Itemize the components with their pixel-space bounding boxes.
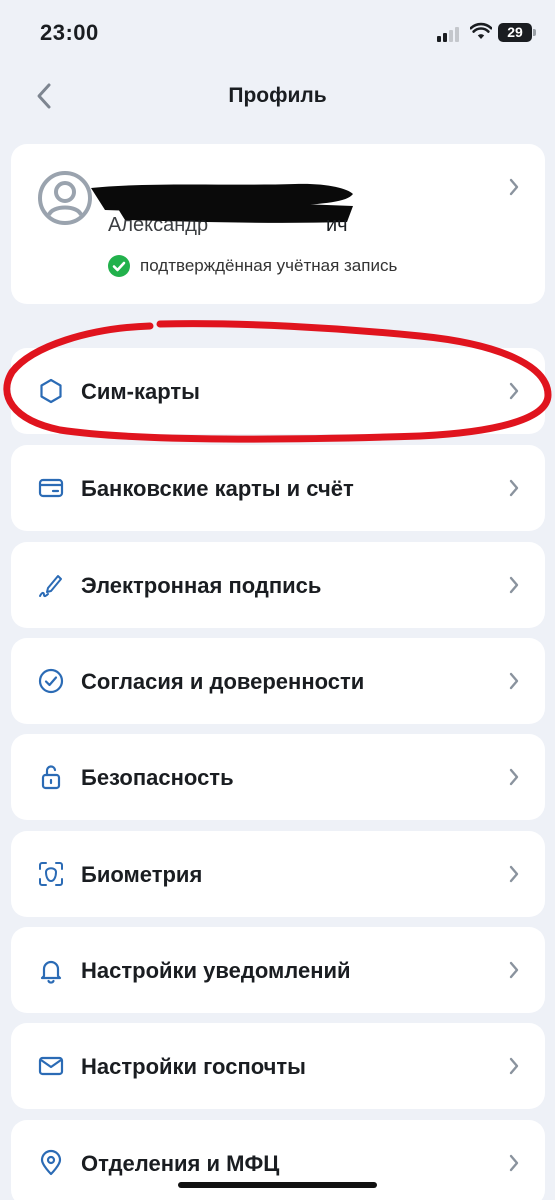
profile-name-fragment: Александр	[108, 214, 209, 236]
menu-label: Настройки госпочты	[81, 1054, 306, 1079]
bank-card-icon	[38, 478, 64, 498]
menu-item-security[interactable]: Безопасность	[11, 734, 545, 820]
chevron-right-icon	[509, 1154, 519, 1172]
verified-status: подтверждённая учётная запись	[108, 255, 397, 277]
menu-item-sim-cards[interactable]: Сим-карты	[11, 348, 545, 434]
envelope-icon	[38, 1056, 64, 1076]
menu-item-offices[interactable]: Отделения и МФЦ	[11, 1120, 545, 1200]
menu-label: Безопасность	[81, 765, 234, 790]
location-pin-icon	[40, 1149, 62, 1176]
menu-label: Биометрия	[81, 862, 203, 887]
verified-text: подтверждённая учётная запись	[140, 256, 398, 275]
profile-card[interactable]: Александр ич подтверждённая учётная запи…	[11, 144, 545, 304]
check-circle-icon	[108, 255, 130, 277]
menu-item-consents[interactable]: Согласия и доверенности	[11, 638, 545, 724]
menu-item-bank-cards[interactable]: Банковские карты и счёт	[11, 445, 545, 531]
menu-item-biometrics[interactable]: Биометрия	[11, 831, 545, 917]
chevron-right-icon	[509, 479, 519, 497]
chevron-right-icon	[509, 672, 519, 690]
status-bar: 23:00 29	[0, 0, 555, 64]
menu-label: Отделения и МФЦ	[81, 1151, 280, 1176]
page-title: Профиль	[228, 84, 327, 107]
face-scan-icon	[39, 862, 63, 886]
check-circle-icon	[38, 668, 64, 694]
menu-item-e-signature[interactable]: Электронная подпись	[11, 542, 545, 628]
chevron-right-icon	[509, 1057, 519, 1075]
chevron-right-icon	[509, 961, 519, 979]
signal-icon	[437, 26, 463, 42]
battery-cap	[533, 29, 536, 36]
chevron-right-icon	[509, 865, 519, 883]
profile-screen: 23:00 29 Профиль Александр ич подтверждё…	[0, 0, 555, 1200]
home-indicator	[178, 1182, 377, 1188]
menu-label: Настройки уведомлений	[81, 958, 351, 983]
wifi-icon	[470, 22, 492, 39]
menu-item-gosmail[interactable]: Настройки госпочты	[11, 1023, 545, 1109]
chevron-right-icon	[509, 382, 519, 400]
menu-label: Согласия и доверенности	[81, 669, 365, 694]
menu-label: Электронная подпись	[81, 573, 322, 598]
chevron-right-icon	[509, 178, 519, 196]
hexagon-icon	[40, 378, 62, 404]
menu-item-notifications[interactable]: Настройки уведомлений	[11, 927, 545, 1013]
lock-icon	[41, 765, 61, 790]
profile-patronymic-fragment: ич	[326, 214, 348, 236]
menu-label: Банковские карты и счёт	[81, 476, 354, 501]
battery-icon: 29	[498, 23, 532, 42]
chevron-right-icon	[509, 576, 519, 594]
menu-label: Сим-карты	[81, 379, 200, 404]
status-time: 23:00	[40, 20, 99, 45]
chevron-right-icon	[509, 768, 519, 786]
pen-signature-icon	[39, 575, 62, 598]
bell-icon	[40, 960, 62, 984]
header: Профиль	[0, 64, 555, 128]
